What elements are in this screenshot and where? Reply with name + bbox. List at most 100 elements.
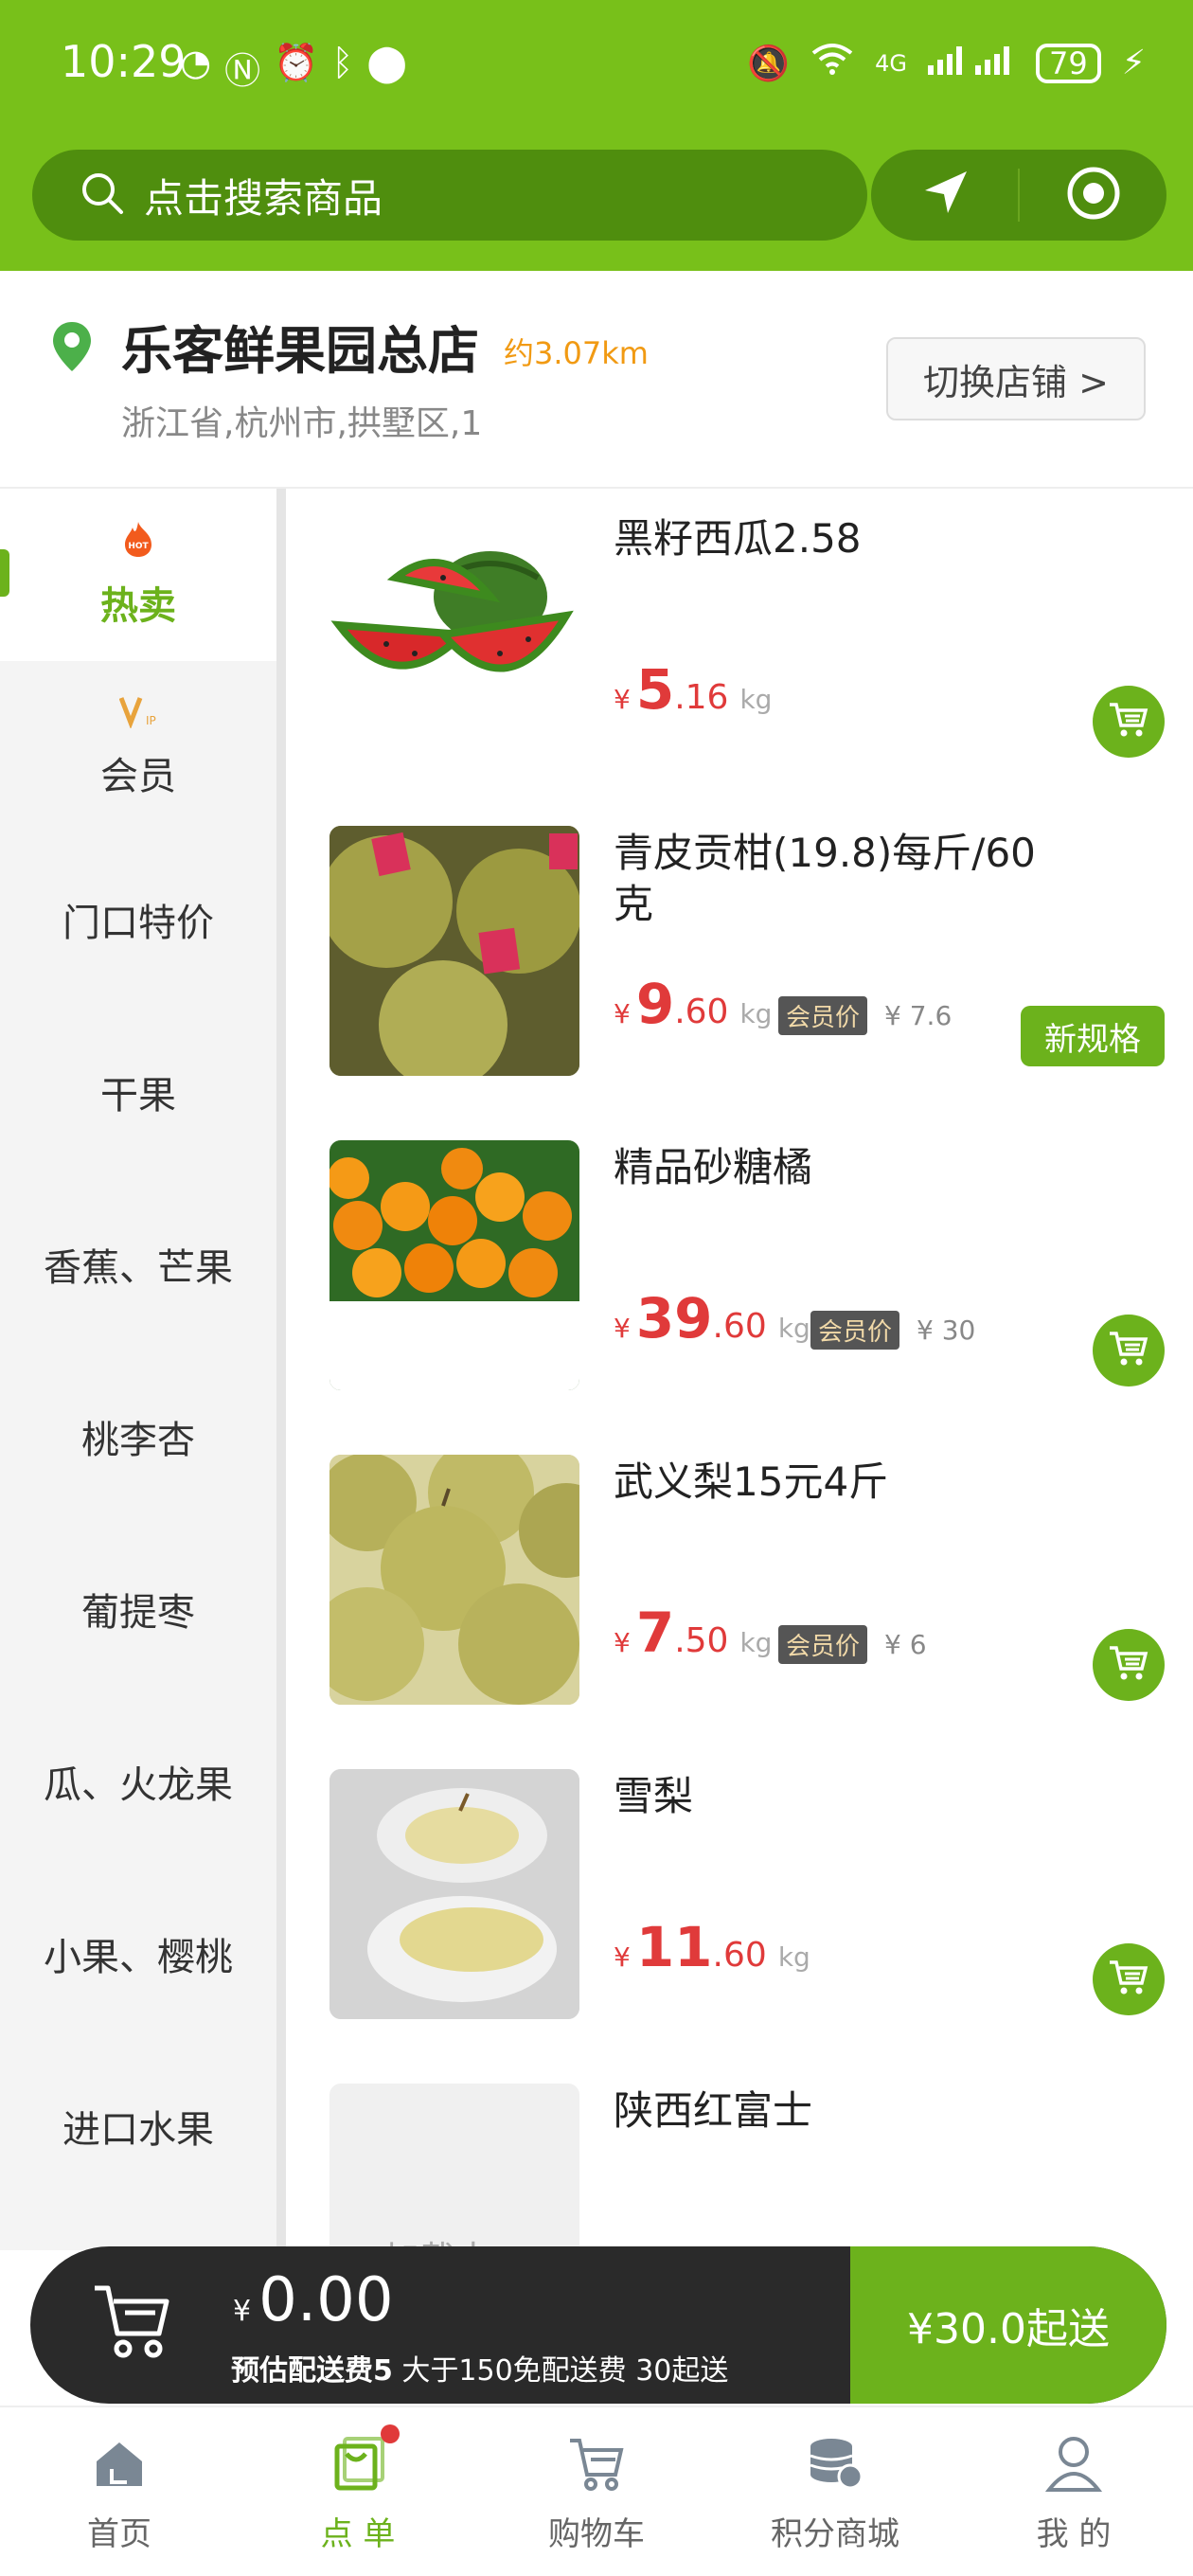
cart-icon xyxy=(566,2428,627,2498)
tab-label: 积分商城 xyxy=(771,2515,899,2553)
sidebar-item-melon-pitaya[interactable]: 瓜、火龙果 xyxy=(0,1695,276,1868)
price-integer: 39 xyxy=(635,1286,713,1351)
tab-profile[interactable]: 我 的 xyxy=(954,2407,1193,2576)
product-image-sugar-orange[interactable] xyxy=(329,1140,579,1390)
battery-indicator: 79 xyxy=(1036,43,1101,83)
cart-icon xyxy=(1108,701,1149,742)
cart-icon[interactable] xyxy=(91,2281,174,2366)
member-price-tag: 会员价 xyxy=(810,1311,900,1350)
status-time: 10:29 xyxy=(61,36,187,87)
product-image-watermelon[interactable] xyxy=(329,511,579,761)
product-item[interactable]: 雪梨 ¥ 11 .60 kg xyxy=(295,1746,1193,2061)
profile-icon xyxy=(1043,2428,1104,2498)
sidebar-item-label: 热卖 xyxy=(100,584,176,628)
store-address: 浙江省,杭州市,拱墅区,1 xyxy=(121,404,483,443)
select-spec-button[interactable]: 新规格 xyxy=(1021,1006,1165,1066)
price-currency: ¥ xyxy=(614,998,631,1029)
header-actions xyxy=(871,150,1166,241)
bluetooth-icon: ᛒ xyxy=(331,42,354,83)
tab-label: 首页 xyxy=(87,2515,151,2553)
product-item[interactable]: 黑籽西瓜2.58 ¥ 5 .16 kg xyxy=(295,489,1193,803)
product-item[interactable]: 青皮贡柑(19.8)每斤/60克 ¥ 9 .60 kg 会员价 ¥ 7.6 新规… xyxy=(295,803,1193,1118)
switch-store-button[interactable]: 切换店铺 > xyxy=(886,337,1146,420)
member-price-value: ¥ 30 xyxy=(917,1315,976,1346)
product-item[interactable]: 加载中... 陕西红富士 xyxy=(295,2061,1193,2250)
product-title: 精品砂糖橘 xyxy=(614,1144,813,1190)
store-distance: 约3.07km xyxy=(504,335,649,371)
add-to-cart-button[interactable] xyxy=(1093,1629,1165,1701)
sidebar-item-banana-mango[interactable]: 香蕉、芒果 xyxy=(0,1178,276,1351)
sidebar-item-door-special[interactable]: 门口特价 xyxy=(0,833,276,1006)
product-price: ¥ 9 .60 kg xyxy=(614,972,772,1036)
product-title: 陕西红富士 xyxy=(614,2087,813,2134)
sidebar-item-vip[interactable]: IP 会员 xyxy=(0,661,276,833)
price-decimal: .60 xyxy=(712,1307,767,1346)
price-integer: 7 xyxy=(635,1601,675,1665)
location-status-icon: ⬤ xyxy=(366,42,407,83)
member-price-value: ¥ 7.6 xyxy=(884,1000,953,1031)
cart-summary-bar[interactable]: ¥ 0.00 预估配送费5 大于150免配送费 30起送 ¥30.0起送 xyxy=(30,2246,1166,2404)
store-name: 乐客鲜果园总店 xyxy=(121,321,479,381)
price-decimal: .60 xyxy=(712,1936,767,1975)
checkout-button[interactable]: ¥30.0起送 xyxy=(850,2246,1166,2404)
speed-icon: ◔ xyxy=(180,42,212,83)
status-icons-left: ◔ Ⓝ ⏰ ᛒ ⬤ xyxy=(180,42,407,94)
member-price-tag: 会员价 xyxy=(778,996,868,1035)
product-price: ¥ 11 .60 kg xyxy=(614,1915,810,1979)
price-decimal: .60 xyxy=(674,993,729,1031)
sidebar-item-imported-fruit[interactable]: 进口水果 xyxy=(0,2040,276,2212)
navigate-button[interactable] xyxy=(871,150,1018,241)
delivery-fee-rule: 大于150免配送费 30起送 xyxy=(392,2354,729,2388)
cart-icon xyxy=(1108,1330,1149,1371)
alarm-icon: ⏰ xyxy=(274,42,319,83)
product-item[interactable]: 武义梨15元4斤 ¥ 7 .50 kg 会员价 ¥ 6 xyxy=(295,1432,1193,1746)
search-input[interactable]: 点击搜索商品 xyxy=(32,150,867,241)
sidebar-item-label: 会员 xyxy=(100,755,176,798)
sidebar-item-peach-plum[interactable]: 桃李杏 xyxy=(0,1351,276,1523)
member-price-value: ¥ 6 xyxy=(884,1629,927,1660)
sidebar-item-small-fruit-cherry[interactable]: 小果、樱桃 xyxy=(0,1868,276,2040)
product-image-snow-pear[interactable] xyxy=(329,1769,579,2019)
product-title: 雪梨 xyxy=(614,1773,694,1819)
add-to-cart-button[interactable] xyxy=(1093,1943,1165,2015)
status-icons-right: 🔕 4G 79 ⚡ xyxy=(747,42,1146,84)
tab-cart[interactable]: 购物车 xyxy=(477,2407,716,2576)
signal-icon xyxy=(928,43,1015,83)
scan-button[interactable] xyxy=(1020,150,1166,241)
price-currency: ¥ xyxy=(614,1941,631,1973)
product-item[interactable]: 精品砂糖橘 ¥ 39 .60 kg 会员价 ¥ 30 xyxy=(295,1118,1193,1432)
app-header: 10:29 ◔ Ⓝ ⏰ ᛒ ⬤ 🔕 4G 79 ⚡ 点击搜索商品 xyxy=(0,0,1193,271)
add-to-cart-button[interactable] xyxy=(1093,686,1165,758)
tab-label: 点 单 xyxy=(320,2515,396,2553)
price-currency: ¥ xyxy=(614,1627,631,1658)
price-decimal: .50 xyxy=(674,1621,729,1660)
svg-text:IP: IP xyxy=(146,714,156,727)
tab-order[interactable]: 点 单 xyxy=(239,2407,477,2576)
product-price: ¥ 5 .16 kg xyxy=(614,657,772,722)
cart-total-value: 0.00 xyxy=(258,2265,394,2335)
sidebar-item-label: 进口水果 xyxy=(62,2108,214,2152)
points-mall-icon xyxy=(805,2428,865,2498)
add-to-cart-button[interactable] xyxy=(1093,1315,1165,1386)
price-unit: kg xyxy=(739,998,773,1029)
search-icon xyxy=(80,170,125,220)
sidebar-item-grape-date[interactable]: 葡提枣 xyxy=(0,1523,276,1695)
sidebar-item-label: 桃李杏 xyxy=(81,1419,195,1462)
product-image-loading: 加载中... xyxy=(329,2084,579,2250)
sidebar-item-hot[interactable]: HOT 热卖 xyxy=(0,489,276,661)
tab-home[interactable]: 首页 xyxy=(0,2407,239,2576)
delivery-fee-estimate: 预估配送费5 xyxy=(231,2354,393,2388)
bottom-tab-bar: 首页 点 单 购物车 积分商城 我 的 xyxy=(0,2406,1193,2576)
product-image-wuyi-pear[interactable] xyxy=(329,1455,579,1705)
mute-icon: 🔕 xyxy=(747,44,791,83)
tab-label: 我 的 xyxy=(1036,2515,1112,2553)
tab-points-mall[interactable]: 积分商城 xyxy=(716,2407,954,2576)
price-integer: 9 xyxy=(635,972,675,1036)
sidebar-item-dried-fruit[interactable]: 干果 xyxy=(0,1006,276,1178)
price-unit: kg xyxy=(739,684,773,715)
product-title: 武义梨15元4斤 xyxy=(614,1458,889,1505)
status-bar: 10:29 ◔ Ⓝ ⏰ ᛒ ⬤ 🔕 4G 79 ⚡ xyxy=(0,0,1193,133)
vip-icon: IP xyxy=(118,694,157,738)
cart-icon xyxy=(1108,1959,1149,2000)
product-image-green-tangerine[interactable] xyxy=(329,826,579,1076)
